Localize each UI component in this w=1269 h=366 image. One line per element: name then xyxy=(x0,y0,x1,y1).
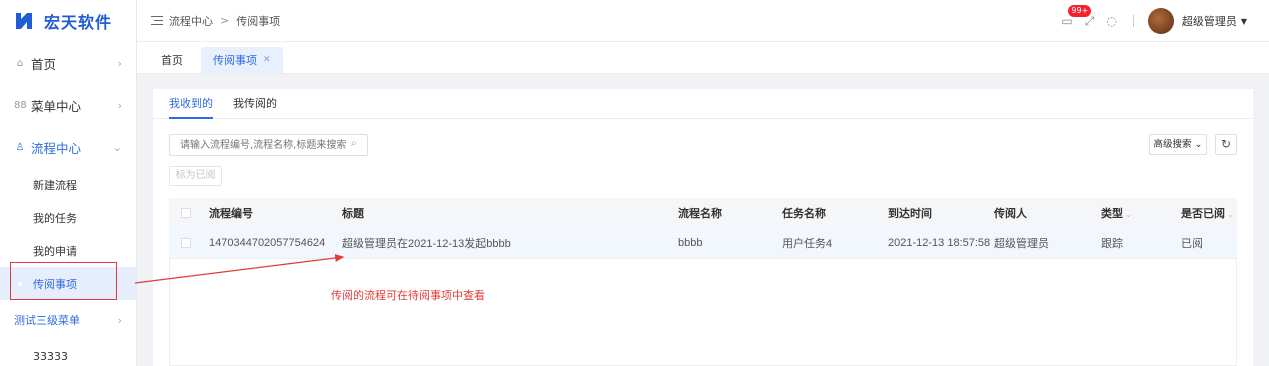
grid-icon: 88 xyxy=(14,99,27,111)
select-all-cell xyxy=(169,198,209,228)
cell-sender: 超级管理员 xyxy=(994,228,1101,259)
tab-circulation[interactable]: 传阅事项 ✕ xyxy=(201,47,283,73)
breadcrumb-item[interactable]: 流程中心 xyxy=(169,13,213,29)
select-all-checkbox[interactable] xyxy=(181,208,191,219)
filter-chevron-icon: ⌄ xyxy=(1227,210,1234,219)
cell-read: 已阅 xyxy=(1181,228,1237,259)
sidebar-subitem-my-tasks[interactable]: 我的任务 xyxy=(0,201,136,234)
sidebar-item-home[interactable]: ⌂ 首页 › xyxy=(0,42,136,84)
tab-home[interactable]: 首页 xyxy=(149,47,195,73)
search-input[interactable] xyxy=(169,134,368,156)
cell-flow-name: bbbb xyxy=(678,228,782,259)
mark-read-button[interactable]: 标为已阅 xyxy=(169,166,222,186)
cell-arrived: 2021-12-13 18:57:58 xyxy=(888,228,994,259)
cell-id: 1470344702057754624 xyxy=(209,228,342,259)
sidebar-item-label: 测试三级菜单 xyxy=(14,314,80,327)
divider xyxy=(1132,15,1134,27)
data-table: 流程编号 标题 流程名称 任务名称 到达时间 传阅人 类型 ⌄ 是否已阅 ⌄ 147… xyxy=(169,198,1237,259)
close-icon[interactable]: ✕ xyxy=(263,55,271,65)
palette-icon[interactable]: ◌ xyxy=(1106,14,1116,28)
sidebar-subitem-new-flow[interactable]: 新建流程 xyxy=(0,168,136,201)
header-actions: ▭ 99+ ⤢ ◌ 超级管理员 ▼ xyxy=(1049,0,1247,42)
breadcrumb-separator: > xyxy=(220,14,230,27)
advanced-search-label: 高级搜索 xyxy=(1153,139,1192,150)
sidebar-item-label: 首页 xyxy=(31,56,57,72)
tab-label: 传阅事项 xyxy=(213,54,257,67)
refresh-icon: ↻ xyxy=(1220,137,1232,151)
refresh-button[interactable]: ↻ xyxy=(1215,134,1237,155)
fullscreen-icon[interactable]: ⤢ xyxy=(1085,14,1095,29)
col-header-label: 类型 xyxy=(1101,208,1123,220)
cell-title[interactable]: 超级管理员在2021-12-13发起bbbb xyxy=(342,228,678,259)
sidebar-item-label: 流程中心 xyxy=(31,140,82,156)
flow-icon: ♙ xyxy=(15,141,25,153)
filter-chevron-icon: ⌄ xyxy=(1125,210,1132,219)
home-icon: ⌂ xyxy=(16,57,24,69)
col-header: 流程名称 xyxy=(678,198,782,228)
sidebar-subitem-label: 我的任务 xyxy=(33,211,77,225)
message-icon[interactable]: ▭ 99+ xyxy=(1061,5,1092,28)
breadcrumb: 流程中心 > 传阅事项 xyxy=(137,13,280,29)
table-row[interactable]: 1470344702057754624 超级管理员在2021-12-13发起bb… xyxy=(169,228,1237,259)
brand: 宏天软件 xyxy=(0,0,136,42)
row-checkbox[interactable] xyxy=(181,237,191,248)
chevron-right-icon: › xyxy=(117,313,122,327)
tab-received[interactable]: 我收到的 xyxy=(169,89,213,119)
content-card: 我收到的 我传阅的 ⌕ 标为已阅 高级搜索 ⌄ ↻ 流程编号 标题 流程名称 任… xyxy=(153,89,1253,366)
page-tabs: 首页 传阅事项 ✕ xyxy=(137,42,1269,74)
chevron-down-icon: ⌄ xyxy=(1194,139,1203,150)
sidebar-item-flow-center[interactable]: ♙ 流程中心 ⌄ xyxy=(0,126,136,168)
col-header-type[interactable]: 类型 ⌄ xyxy=(1101,198,1181,228)
sidebar-subitem-label: 33333 xyxy=(33,350,68,363)
col-header-read[interactable]: 是否已阅 ⌄ xyxy=(1181,198,1237,228)
sidebar: 宏天软件 ⌂ 首页 › 88 菜单中心 › ♙ 流程中心 ⌄ 新建流程 我的任务… xyxy=(0,0,137,366)
brand-name: 宏天软件 xyxy=(44,13,113,32)
sidebar-item-test-menu[interactable]: 测试三级菜单 › xyxy=(0,300,136,340)
annotation-text: 传阅的流程可在待阅事项中查看 xyxy=(331,289,485,302)
sidebar-item-menu-center[interactable]: 88 菜单中心 › xyxy=(0,84,136,126)
col-header: 流程编号 xyxy=(209,198,342,228)
sidebar-subitem-33333[interactable]: 33333 xyxy=(0,340,136,366)
menu-toggle-icon[interactable] xyxy=(151,16,163,25)
col-header: 传阅人 xyxy=(994,198,1101,228)
sidebar-item-label: 菜单中心 xyxy=(31,98,82,114)
advanced-search-button[interactable]: 高级搜索 ⌄ xyxy=(1149,134,1207,155)
cell-task-name: 用户任务4 xyxy=(782,228,888,259)
chevron-down-icon: ⌄ xyxy=(112,140,122,154)
caret-down-icon[interactable]: ▼ xyxy=(1241,17,1247,26)
cell-type: 跟踪 xyxy=(1101,228,1181,259)
row-select-cell xyxy=(169,228,209,259)
search-icon[interactable]: ⌕ xyxy=(351,138,357,149)
col-header: 到达时间 xyxy=(888,198,994,228)
avatar[interactable] xyxy=(1147,8,1174,34)
sub-tabs: 我收到的 我传阅的 xyxy=(153,89,1253,119)
top-header: 流程中心 > 传阅事项 ▭ 99+ ⤢ ◌ 超级管理员 ▼ xyxy=(137,0,1269,42)
breadcrumb-item: 传阅事项 xyxy=(236,14,281,28)
tab-label: 首页 xyxy=(161,54,183,67)
col-header: 标题 xyxy=(342,198,678,228)
chevron-right-icon: › xyxy=(117,56,122,70)
sidebar-subitem-label: 我的申请 xyxy=(33,244,77,258)
highlight-box xyxy=(10,262,117,300)
col-header-label: 是否已阅 xyxy=(1181,208,1225,220)
table-header-row: 流程编号 标题 流程名称 任务名称 到达时间 传阅人 类型 ⌄ 是否已阅 ⌄ xyxy=(169,198,1237,228)
logo-icon xyxy=(14,11,34,31)
sidebar-subitem-label: 新建流程 xyxy=(33,178,77,192)
username[interactable]: 超级管理员 xyxy=(1182,13,1237,29)
chevron-right-icon: › xyxy=(117,98,122,112)
tab-sent[interactable]: 我传阅的 xyxy=(233,89,277,118)
col-header: 任务名称 xyxy=(782,198,888,228)
